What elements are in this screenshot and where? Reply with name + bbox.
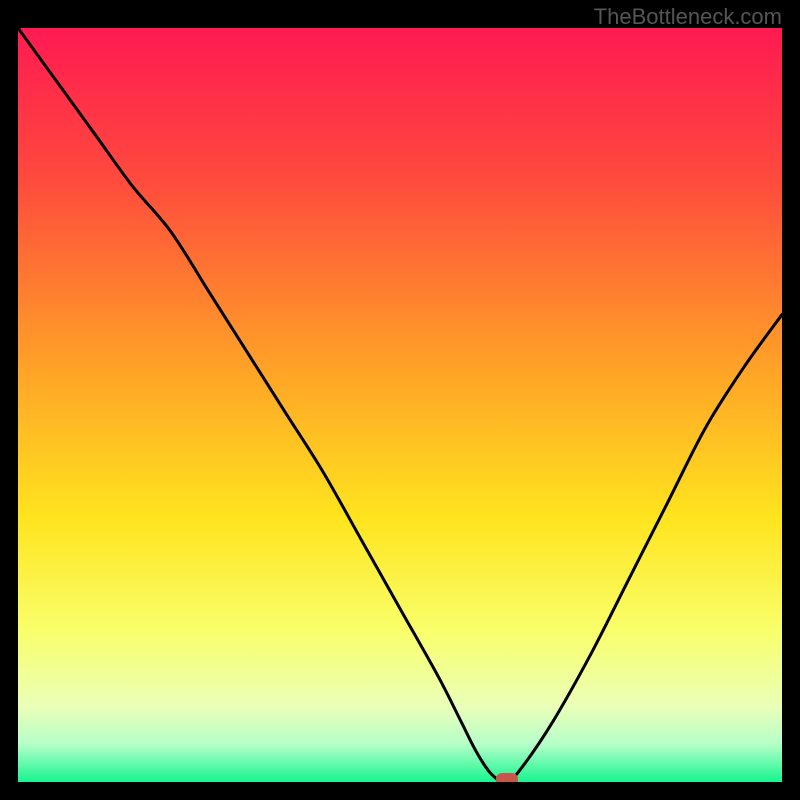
chart-background xyxy=(18,28,782,782)
chart-svg xyxy=(18,28,782,782)
chart-plot-area xyxy=(18,28,782,782)
optimum-marker xyxy=(496,773,518,782)
watermark-text: TheBottleneck.com xyxy=(594,4,782,30)
